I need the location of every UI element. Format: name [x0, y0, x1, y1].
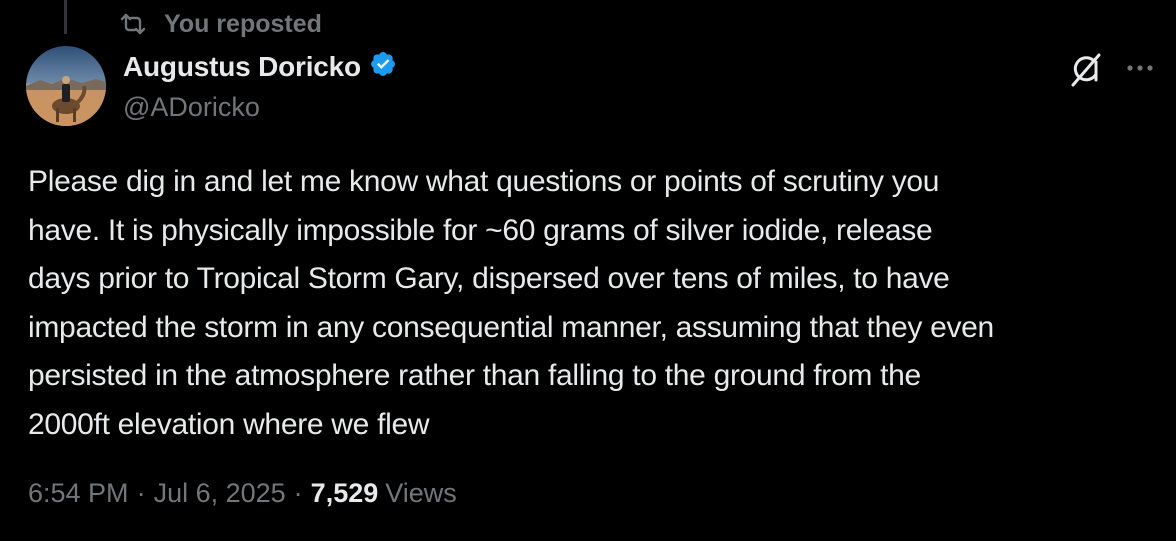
author-handle[interactable]: @ADoricko: [123, 92, 260, 123]
repost-icon: [120, 13, 146, 35]
tweet-date[interactable]: Jul 6, 2025: [154, 478, 286, 509]
meta-separator: ·: [136, 478, 146, 508]
avatar[interactable]: [26, 46, 106, 126]
thread-connector-line: [64, 0, 67, 34]
author-name-row[interactable]: Augustus Doricko: [123, 50, 397, 83]
tweet-text: Please dig in and let me know what quest…: [28, 165, 994, 441]
repost-indicator: You reposted: [120, 6, 322, 42]
more-options-icon[interactable]: [1124, 56, 1156, 80]
repost-label: You reposted: [164, 9, 322, 38]
views-label: Views: [385, 478, 457, 508]
tweet-time[interactable]: 6:54 PM: [28, 478, 129, 509]
view-count: 7,529: [310, 478, 379, 508]
meta-separator: ·: [293, 478, 303, 508]
grok-icon[interactable]: [1066, 50, 1106, 90]
verified-badge-icon[interactable]: [369, 50, 397, 83]
author-display-name[interactable]: Augustus Doricko: [123, 51, 361, 83]
tweet-meta: 6:54 PM · Jul 6, 2025 · 7,529 Views: [28, 478, 457, 509]
